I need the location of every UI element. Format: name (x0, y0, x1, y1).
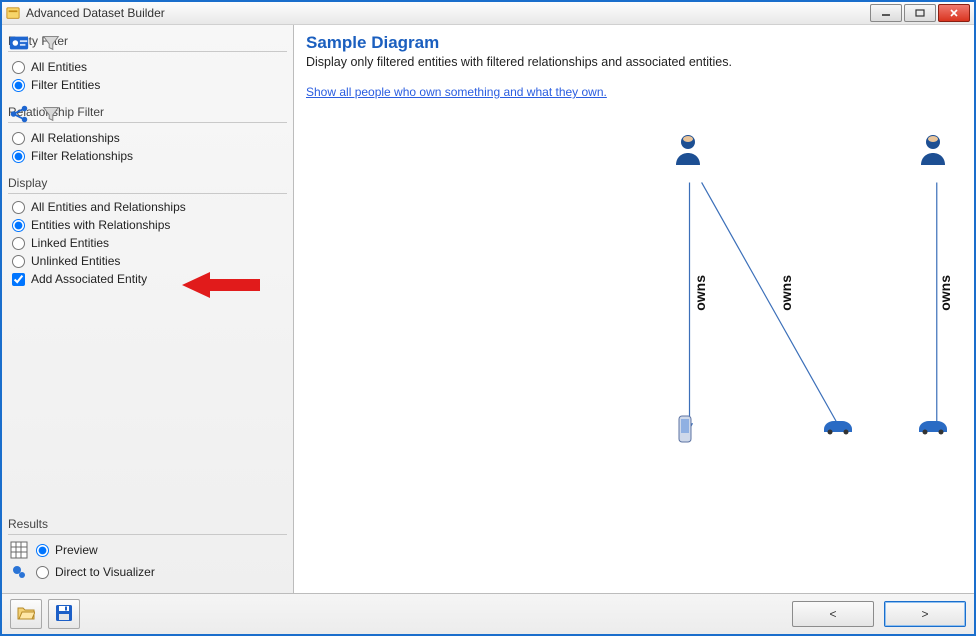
edge-label: owns (692, 275, 708, 311)
display-heading: Display (8, 173, 287, 194)
results-heading: Results (8, 514, 287, 535)
checkbox-label: Add Associated Entity (31, 272, 147, 286)
pointer-arrow-icon (182, 270, 262, 303)
window-body: Entity Filter All Entities Filter Entiti… (2, 25, 974, 593)
window-title: Advanced Dataset Builder (26, 6, 868, 20)
next-label: > (921, 607, 928, 621)
radio-entities-with-relationships[interactable]: Entities with Relationships (10, 216, 287, 234)
radio-filter-relationships[interactable]: Filter Relationships (10, 147, 287, 165)
diagram-canvas: owns owns owns (306, 115, 962, 583)
edge-label: owns (778, 275, 794, 311)
close-button[interactable] (938, 4, 970, 22)
radio-label: Unlinked Entities (31, 254, 120, 268)
radio-label: Linked Entities (31, 236, 109, 250)
car-node (917, 417, 949, 438)
maximize-button[interactable] (904, 4, 936, 22)
back-label: < (829, 607, 836, 621)
app-icon (6, 6, 20, 20)
floppy-disk-icon (55, 604, 73, 625)
title-bar: Advanced Dataset Builder (2, 2, 974, 25)
radio-label: Preview (55, 543, 98, 557)
radio-all-entities[interactable]: All Entities (10, 58, 287, 76)
radio-unlinked-entities[interactable]: Unlinked Entities (10, 252, 287, 270)
radio-label: All Relationships (31, 131, 120, 145)
radio-label: Direct to Visualizer (55, 565, 155, 579)
person-node (673, 133, 703, 170)
footer-toolbar: < > (2, 593, 974, 634)
funnel-icon[interactable] (40, 103, 62, 125)
radio-label: Entities with Relationships (31, 218, 170, 232)
phone-node (677, 415, 693, 446)
funnel-icon[interactable] (40, 32, 62, 54)
diagram-svg (306, 115, 962, 583)
radio-label: All Entities (31, 60, 87, 74)
person-node (918, 133, 948, 170)
radio-direct-to-visualizer[interactable]: Direct to Visualizer (34, 565, 155, 579)
sidebar: Entity Filter All Entities Filter Entiti… (2, 25, 294, 593)
radio-label: All Entities and Relationships (31, 200, 186, 214)
edge-label: owns (937, 275, 953, 311)
save-button[interactable] (48, 599, 80, 629)
share-nodes-icon[interactable] (8, 103, 30, 125)
sample-diagram-title: Sample Diagram (306, 33, 962, 53)
radio-filter-entities[interactable]: Filter Entities (10, 76, 287, 94)
radio-label: Filter Relationships (31, 149, 133, 163)
radio-linked-entities[interactable]: Linked Entities (10, 234, 287, 252)
back-button[interactable]: < (792, 601, 874, 627)
folder-open-icon (17, 605, 35, 624)
main-panel: Sample Diagram Display only filtered ent… (294, 25, 974, 593)
car-node (822, 417, 854, 438)
open-button[interactable] (10, 599, 42, 629)
radio-label: Filter Entities (31, 78, 100, 92)
minimize-button[interactable] (870, 4, 902, 22)
id-card-icon[interactable] (8, 32, 30, 54)
radio-all-entities-relationships[interactable]: All Entities and Relationships (10, 198, 287, 216)
sample-description-link[interactable]: Show all people who own something and wh… (306, 85, 607, 99)
app-window: Advanced Dataset Builder Entity Filter (0, 0, 976, 636)
grid-icon (10, 541, 28, 559)
gears-icon (10, 563, 28, 581)
radio-preview[interactable]: Preview (34, 543, 98, 557)
radio-all-relationships[interactable]: All Relationships (10, 129, 287, 147)
next-button[interactable]: > (884, 601, 966, 627)
sample-diagram-subtitle: Display only filtered entities with filt… (306, 55, 962, 69)
